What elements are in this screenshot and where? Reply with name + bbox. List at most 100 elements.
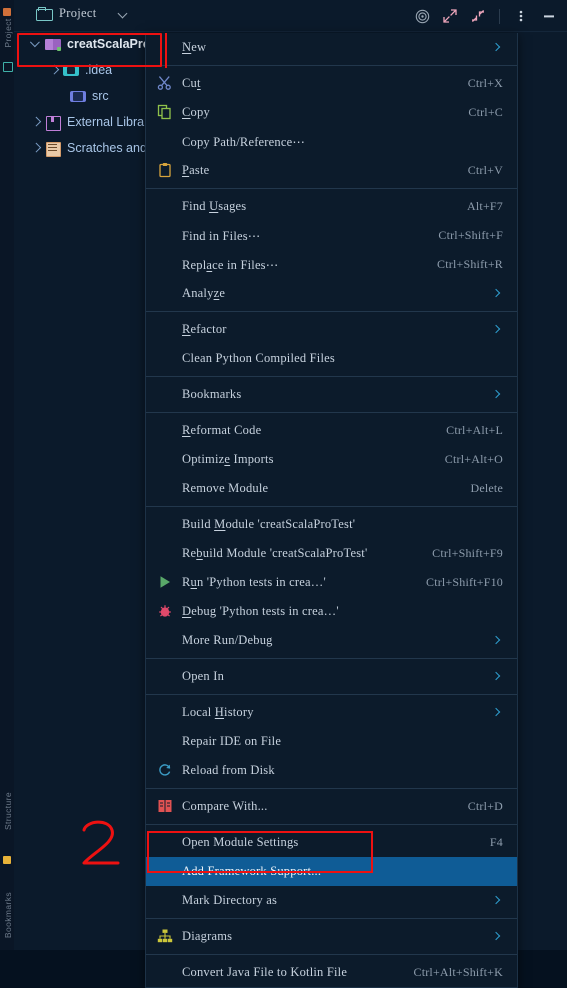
menu-item-clean-python-compiled-files[interactable]: Clean Python Compiled Files — [146, 344, 517, 373]
menu-item-reload-from-disk[interactable]: Reload from Disk — [146, 756, 517, 785]
chevron-right-icon — [491, 324, 503, 336]
menu-item-label: Replace in Files⋯ — [182, 257, 279, 272]
target-icon[interactable] — [410, 5, 434, 27]
library-icon — [45, 115, 61, 131]
chevron-right-icon — [491, 42, 503, 54]
menu-item-bookmarks[interactable]: Bookmarks — [146, 380, 517, 409]
menu-item-label: Analyze — [182, 286, 226, 300]
expand-icon[interactable] — [438, 5, 462, 27]
annotation-line — [165, 33, 167, 68]
menu-item-label: Diagrams — [182, 929, 233, 943]
menu-item-optimize-imports[interactable]: Optimize Imports Ctrl+Alt+O — [146, 445, 517, 474]
menu-separator — [146, 788, 517, 789]
chevron-right-icon[interactable] — [30, 141, 44, 155]
menu-item-debug-python-tests-in-crea[interactable]: Debug 'Python tests in crea…' — [146, 597, 517, 626]
menu-item-open-module-settings[interactable]: Open Module Settings F4 — [146, 828, 517, 857]
menu-item-open-in[interactable]: Open In — [146, 662, 517, 691]
menu-item-label: Copy — [182, 105, 210, 119]
minimize-icon[interactable] — [537, 5, 561, 27]
menu-item-label: New — [182, 40, 207, 54]
menu-item-label: Mark Directory as — [182, 893, 278, 907]
menu-item-run-python-tests-in-crea[interactable]: Run 'Python tests in crea…' Ctrl+Shift+F1… — [146, 568, 517, 597]
chevron-right-icon — [491, 895, 503, 907]
menu-item-shortcut: Ctrl+Alt+Shift+K — [413, 965, 503, 979]
menu-item-label: Reload from Disk — [182, 763, 275, 777]
menu-item-cut[interactable]: Cut Ctrl+X — [146, 69, 517, 98]
menu-item-label: Rebuild Module 'creatScalaProTest' — [182, 546, 368, 560]
run-icon — [157, 574, 175, 592]
module-folder-icon — [45, 37, 61, 52]
menu-item-diagrams[interactable]: Diagrams — [146, 922, 517, 951]
menu-item-mark-directory-as[interactable]: Mark Directory as — [146, 886, 517, 915]
project-panel-title-group[interactable]: Project — [36, 6, 97, 21]
menu-item-repair-ide-on-file[interactable]: Repair IDE on File — [146, 727, 517, 756]
menu-separator — [146, 311, 517, 312]
menu-item-shortcut: Ctrl+Shift+F — [438, 228, 503, 242]
menu-item-label: Run 'Python tests in crea…' — [182, 575, 326, 589]
copy-icon — [157, 104, 175, 122]
menu-item-shortcut: Ctrl+X — [467, 76, 503, 90]
menu-item-add-framework-support[interactable]: Add Framework Support... — [146, 857, 517, 886]
project-panel-header: Project — [14, 0, 567, 32]
menu-item-rebuild-module-creatscalaprotest[interactable]: Rebuild Module 'creatScalaProTest' Ctrl+S… — [146, 539, 517, 568]
menu-separator — [146, 824, 517, 825]
menu-item-reformat-code[interactable]: Reformat Code Ctrl+Alt+L — [146, 416, 517, 445]
menu-item-label: Copy Path/Reference⋯ — [182, 134, 306, 149]
chevron-right-icon — [491, 671, 503, 683]
menu-item-find-in-files[interactable]: Find in Files⋯ Ctrl+Shift+F — [146, 221, 517, 250]
menu-item-convert-java-file-to-kotlin-file[interactable]: Convert Java File to Kotlin File Ctrl+Alt… — [146, 958, 517, 987]
menu-item-shortcut: Alt+F7 — [467, 199, 503, 213]
debug-icon — [157, 603, 175, 621]
collapse-icon[interactable] — [466, 5, 490, 27]
menu-item-label: Compare With... — [182, 799, 268, 813]
annotation-step-number-2 — [82, 820, 120, 865]
tree-label: .idea — [85, 63, 113, 77]
menu-item-shortcut: Ctrl+Shift+R — [437, 257, 503, 271]
chevron-right-icon — [491, 635, 503, 647]
menu-item-copy-path-reference[interactable]: Copy Path/Reference⋯ — [146, 127, 517, 156]
chevron-down-icon[interactable] — [30, 37, 44, 51]
strip-label-project[interactable]: Project — [3, 1, 13, 65]
menu-item-refactor[interactable]: Refactor — [146, 315, 517, 344]
menu-item-new[interactable]: New — [146, 33, 517, 62]
menu-item-label: Paste — [182, 163, 210, 177]
more-options-icon[interactable] — [509, 5, 533, 27]
toolbar-divider — [499, 8, 500, 24]
source-folder-icon — [70, 89, 86, 104]
strip-structure-icon — [3, 62, 13, 72]
menu-separator — [146, 376, 517, 377]
menu-item-copy[interactable]: Copy Ctrl+C — [146, 98, 517, 127]
menu-item-build-module-creatscalaprotest[interactable]: Build Module 'creatScalaProTest' — [146, 510, 517, 539]
menu-item-replace-in-files[interactable]: Replace in Files⋯ Ctrl+Shift+R — [146, 250, 517, 279]
menu-item-remove-module[interactable]: Remove Module Delete — [146, 474, 517, 503]
menu-separator — [146, 188, 517, 189]
menu-item-find-usages[interactable]: Find Usages Alt+F7 — [146, 192, 517, 221]
menu-item-paste[interactable]: Paste Ctrl+V — [146, 156, 517, 185]
menu-separator — [146, 65, 517, 66]
menu-item-more-run-debug[interactable]: More Run/Debug — [146, 626, 517, 655]
menu-item-compare-with[interactable]: Compare With... Ctrl+D — [146, 792, 517, 821]
menu-item-label: Reformat Code — [182, 423, 262, 437]
compare-icon — [157, 798, 175, 816]
window-toolbar — [410, 4, 561, 28]
menu-item-local-history[interactable]: Local History — [146, 698, 517, 727]
menu-item-label: Debug 'Python tests in crea…' — [182, 604, 339, 618]
menu-separator — [146, 658, 517, 659]
menu-separator — [146, 918, 517, 919]
menu-item-label: Open Module Settings — [182, 835, 299, 849]
menu-item-shortcut: Ctrl+Alt+L — [446, 423, 503, 437]
refresh-icon — [157, 762, 175, 780]
chevron-right-icon — [491, 288, 503, 300]
menu-separator — [146, 694, 517, 695]
context-menu: New Cut Ctrl+X Copy Ctrl+C Copy Path/Referenc… — [145, 33, 518, 988]
menu-item-analyze[interactable]: Analyze — [146, 279, 517, 308]
chevron-down-icon[interactable] — [119, 9, 129, 19]
strip-bookmarks-icon — [3, 856, 11, 864]
chevron-right-icon[interactable] — [48, 63, 62, 77]
chevron-right-icon[interactable] — [30, 115, 44, 129]
project-panel-title: Project — [59, 6, 97, 20]
strip-label-structure[interactable]: Structure — [3, 779, 13, 843]
strip-label-bookmarks[interactable]: Bookmarks — [3, 883, 13, 947]
menu-item-label: Convert Java File to Kotlin File — [182, 965, 348, 979]
menu-separator — [146, 506, 517, 507]
